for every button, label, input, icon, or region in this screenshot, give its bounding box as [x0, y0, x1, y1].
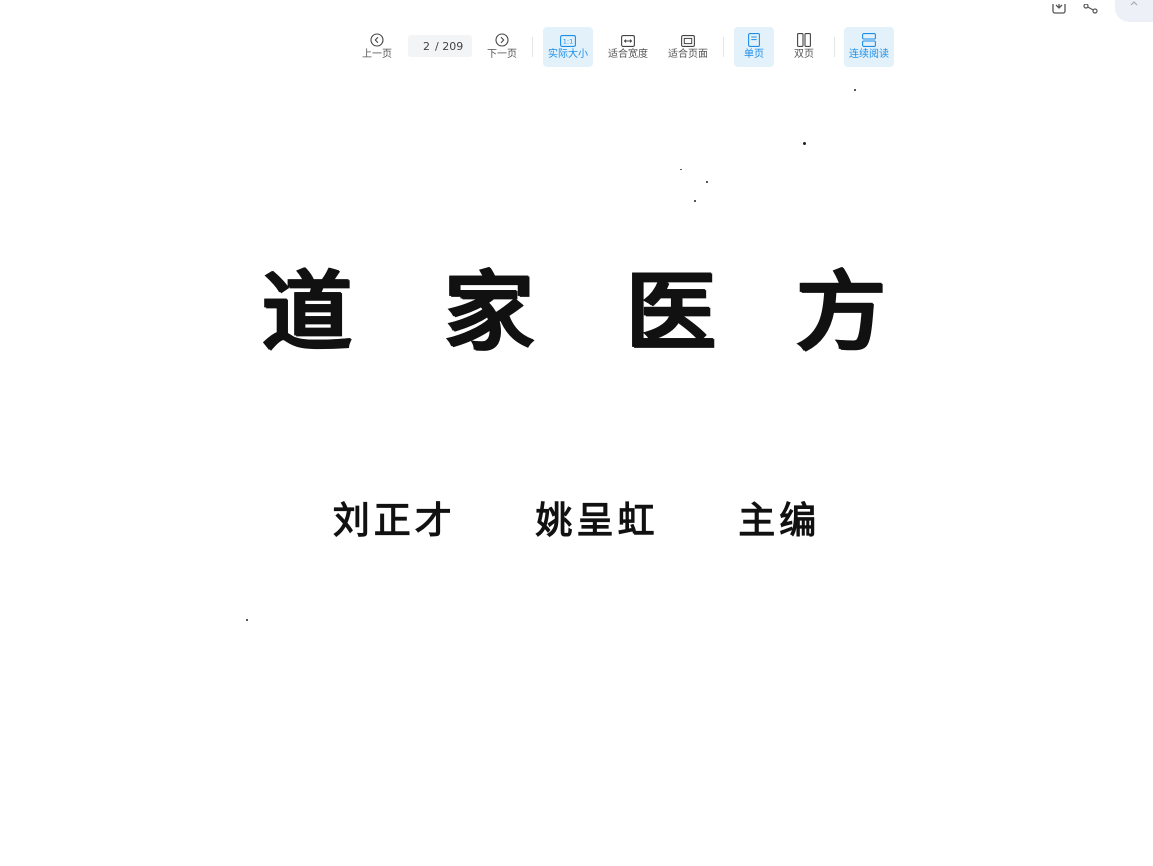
- share-icon[interactable]: [1075, 0, 1107, 14]
- scan-speck: [694, 200, 696, 202]
- prev-page-label: 上一页: [362, 49, 392, 60]
- collapse-header-button[interactable]: [1115, 0, 1153, 22]
- fit-page-icon: [681, 35, 695, 47]
- scan-speck: [706, 181, 708, 183]
- book-title-char: 方: [796, 261, 886, 363]
- top-header: [0, 0, 1153, 22]
- continuous-reading-icon: [862, 33, 876, 47]
- actual-size-button[interactable]: 1:1 实际大小: [543, 27, 593, 67]
- svg-text:1:1: 1:1: [563, 38, 573, 46]
- author-name: 姚呈虹: [535, 498, 659, 542]
- scan-speck: [854, 89, 856, 91]
- book-title-char: 医: [626, 261, 716, 363]
- toolbar-divider: [723, 37, 724, 57]
- chevron-right-circle-icon: [495, 33, 509, 47]
- document-page: 道 家 医 方 刘正才 姚呈虹 主编: [0, 72, 1153, 866]
- single-page-icon: [748, 33, 760, 47]
- double-page-button[interactable]: 双页: [784, 27, 824, 67]
- page-indicator: / 209: [408, 35, 472, 57]
- actual-size-label: 实际大小: [548, 49, 588, 60]
- prev-page-button[interactable]: 上一页: [358, 27, 396, 67]
- chevron-left-circle-icon: [370, 33, 384, 47]
- author-name: 刘正才: [332, 498, 456, 542]
- double-page-icon: [797, 33, 811, 47]
- double-page-label: 双页: [794, 49, 814, 60]
- continuous-reading-button[interactable]: 连续阅读: [844, 27, 894, 67]
- fit-width-icon: [621, 35, 635, 47]
- book-title-char: 道: [262, 261, 352, 363]
- toolbar-divider: [834, 37, 835, 57]
- book-title-char: 家: [444, 261, 534, 363]
- fit-width-label: 适合宽度: [608, 49, 648, 60]
- fit-page-label: 适合页面: [668, 49, 708, 60]
- scan-speck: [246, 619, 248, 621]
- next-page-button[interactable]: 下一页: [483, 27, 521, 67]
- single-page-button[interactable]: 单页: [734, 27, 774, 67]
- toolbar-divider: [532, 37, 533, 57]
- chevron-up-icon: [1130, 1, 1138, 6]
- scan-speck: [803, 142, 806, 145]
- actual-size-icon: 1:1: [560, 35, 576, 47]
- single-page-label: 单页: [744, 49, 764, 60]
- scan-speck: [680, 169, 682, 170]
- page-total: / 209: [435, 39, 464, 53]
- download-icon[interactable]: [1043, 0, 1075, 14]
- page-number-input[interactable]: [408, 39, 430, 53]
- editor-role: 主编: [738, 498, 821, 542]
- fit-width-button[interactable]: 适合宽度: [604, 27, 652, 67]
- next-page-label: 下一页: [487, 49, 517, 60]
- viewer-toolbar: 上一页 / 209 下一页 1:1 实际大小: [0, 22, 1153, 72]
- header-actions: [1043, 0, 1153, 22]
- book-authors: 刘正才 姚呈虹 主编: [0, 490, 1153, 544]
- fit-page-button[interactable]: 适合页面: [664, 27, 712, 67]
- continuous-reading-label: 连续阅读: [849, 49, 889, 60]
